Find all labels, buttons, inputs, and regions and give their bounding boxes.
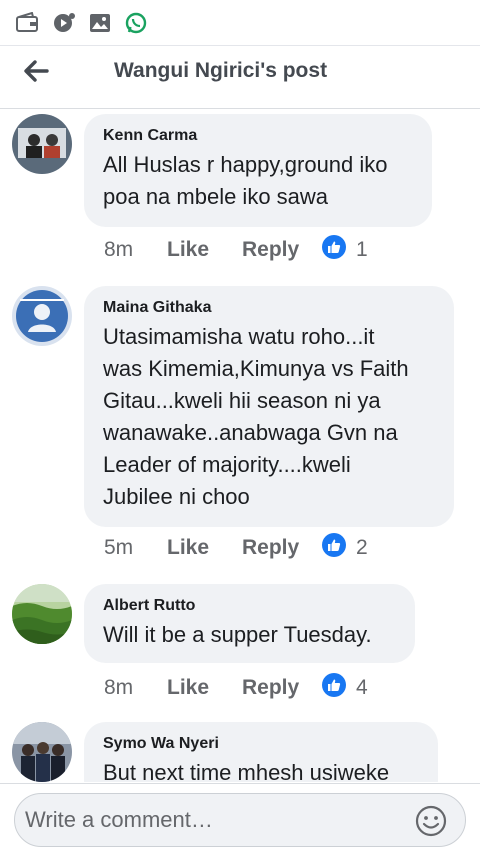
- reply-button[interactable]: Reply: [242, 676, 322, 700]
- comment-bubble[interactable]: Symo Wa Nyeri But next time mhesh usiwek…: [84, 722, 438, 782]
- comment-bubble[interactable]: Kenn Carma All Huslas r happy,ground iko…: [84, 114, 432, 227]
- status-bar: [0, 0, 480, 46]
- like-button[interactable]: Like: [167, 238, 242, 262]
- reaction-summary[interactable]: 4: [322, 673, 368, 703]
- page-title: Wangui Ngirici's post: [114, 59, 328, 82]
- like-button[interactable]: Like: [167, 676, 242, 700]
- reaction-summary[interactable]: 1: [322, 235, 368, 265]
- comment-bubble[interactable]: Albert Rutto Will it be a supper Tuesday…: [84, 584, 415, 663]
- comment-actions: 8m Like Reply 4: [104, 672, 368, 704]
- like-reaction-icon: [322, 235, 346, 265]
- comment-time: 8m: [104, 238, 134, 261]
- comment-input[interactable]: [14, 793, 466, 847]
- reply-button[interactable]: Reply: [242, 238, 322, 262]
- comment-bubble[interactable]: Maina Githaka Utasimamisha watu roho...i…: [84, 286, 454, 527]
- comment-composer: [0, 783, 480, 854]
- smiley-icon[interactable]: [414, 804, 448, 838]
- comment-author[interactable]: Maina Githaka: [103, 298, 434, 318]
- avatar[interactable]: [12, 286, 72, 346]
- comment-text: Will it be a supper Tuesday.: [103, 622, 372, 647]
- comment-text: But next time mhesh usiweke: [103, 760, 390, 782]
- whatsapp-icon: [123, 10, 149, 36]
- comment-text: All Huslas r happy,ground iko poa na mbe…: [103, 152, 388, 209]
- comment-author[interactable]: Kenn Carma: [103, 126, 412, 146]
- comment-time: 8m: [104, 676, 134, 699]
- reaction-summary[interactable]: 2: [322, 533, 368, 563]
- avatar[interactable]: [12, 722, 72, 782]
- reaction-count: 1: [356, 238, 368, 261]
- comment-list: Kenn Carma All Huslas r happy,ground iko…: [0, 110, 480, 782]
- post-header: Wangui Ngirici's post: [0, 47, 480, 109]
- reply-button[interactable]: Reply: [242, 536, 322, 560]
- back-button[interactable]: [16, 53, 56, 93]
- comment-author[interactable]: Albert Rutto: [103, 596, 395, 616]
- avatar[interactable]: [12, 114, 72, 174]
- like-reaction-icon: [322, 673, 346, 703]
- wallet-icon: [14, 10, 40, 36]
- like-button[interactable]: Like: [167, 536, 242, 560]
- like-reaction-icon: [322, 533, 346, 563]
- comment-text: Utasimamisha watu roho...it was Kimemia,…: [103, 324, 409, 509]
- comment-time: 5m: [104, 536, 134, 559]
- reaction-count: 2: [356, 536, 368, 559]
- media-icon: [51, 10, 77, 36]
- avatar[interactable]: [12, 584, 72, 644]
- gallery-icon: [87, 10, 113, 36]
- comment-author[interactable]: Symo Wa Nyeri: [103, 734, 418, 754]
- reaction-count: 4: [356, 676, 368, 699]
- comment-actions: 8m Like Reply 1: [104, 234, 368, 266]
- back-arrow-icon: [23, 59, 49, 87]
- comment-actions: 5m Like Reply 2: [104, 532, 368, 564]
